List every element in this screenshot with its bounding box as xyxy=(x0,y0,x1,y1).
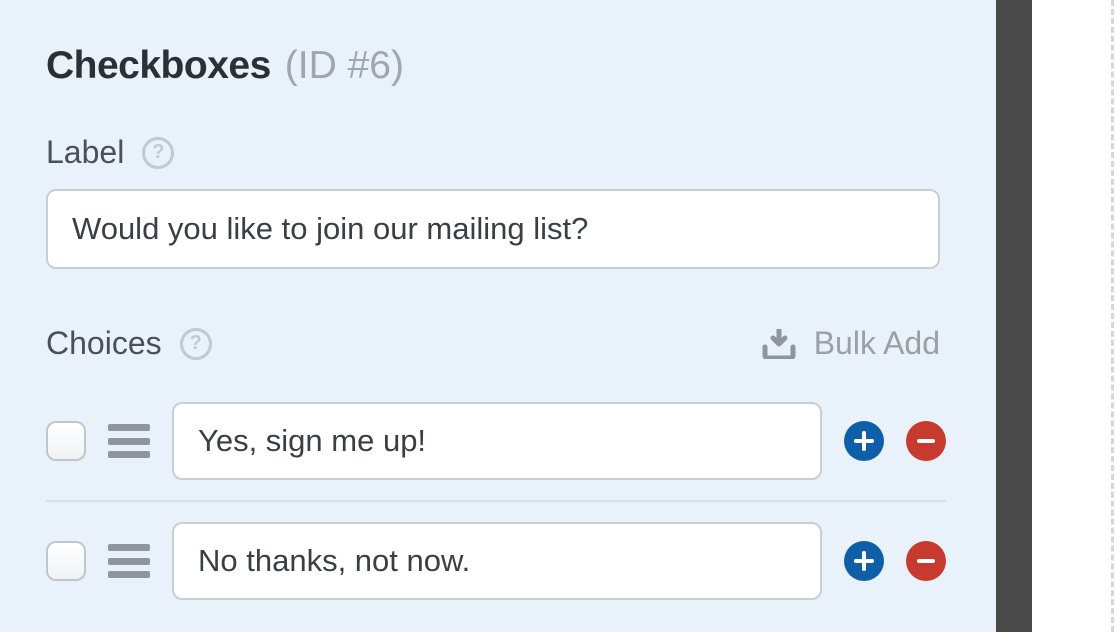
scrollbar[interactable] xyxy=(996,0,1032,632)
choice-label-input[interactable] xyxy=(172,522,822,600)
add-choice-button[interactable] xyxy=(844,421,884,461)
download-icon xyxy=(762,329,796,359)
label-heading: Label xyxy=(46,134,124,171)
choices-heading: Choices xyxy=(46,325,162,362)
choice-default-checkbox[interactable] xyxy=(46,421,86,461)
choice-default-checkbox[interactable] xyxy=(46,541,86,581)
choices-header-row: Choices ? Bulk Add xyxy=(46,325,940,362)
dashed-border xyxy=(1111,0,1114,632)
remove-choice-button[interactable] xyxy=(906,541,946,581)
drag-handle-icon[interactable] xyxy=(108,424,150,458)
field-title-row: Checkboxes (ID #6) xyxy=(46,44,950,88)
bulk-add-button[interactable]: Bulk Add xyxy=(762,325,940,362)
field-id-label: (ID #6) xyxy=(285,44,404,88)
drag-handle-icon[interactable] xyxy=(108,544,150,578)
label-header-row: Label ? xyxy=(46,134,950,171)
help-icon[interactable]: ? xyxy=(142,137,174,169)
right-gutter xyxy=(1032,0,1116,632)
bulk-add-label: Bulk Add xyxy=(814,325,940,362)
choice-label-input[interactable] xyxy=(172,402,822,480)
field-settings-panel: Checkboxes (ID #6) Label ? Choices ? Bul… xyxy=(0,0,996,632)
label-input[interactable] xyxy=(46,189,940,269)
add-choice-button[interactable] xyxy=(844,541,884,581)
remove-choice-button[interactable] xyxy=(906,421,946,461)
choice-divider xyxy=(46,500,946,502)
help-icon[interactable]: ? xyxy=(180,328,212,360)
choice-row xyxy=(46,508,946,614)
field-type-label: Checkboxes xyxy=(46,44,271,88)
choice-row xyxy=(46,388,946,494)
